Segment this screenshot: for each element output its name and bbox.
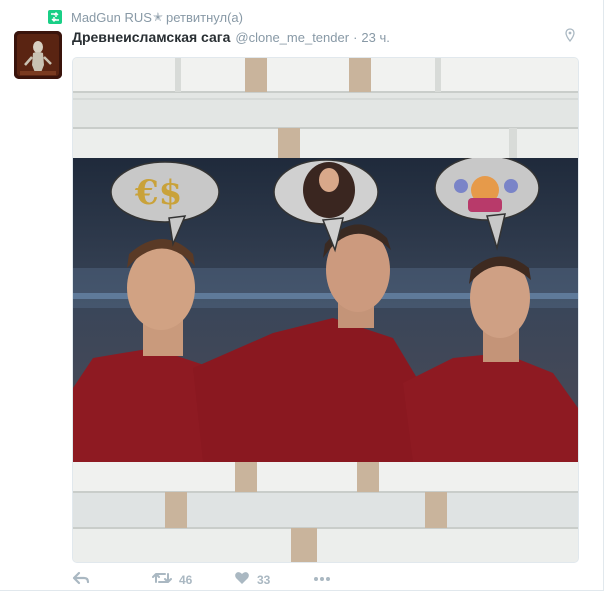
like-count: 33	[257, 572, 271, 587]
like-button[interactable]: 33	[234, 571, 270, 588]
avatar[interactable]	[14, 31, 62, 79]
more-dots-icon	[313, 571, 331, 585]
more-button[interactable]	[313, 571, 331, 585]
retweet-context-icon	[48, 10, 62, 24]
retweeter-name[interactable]: MadGun RUS	[71, 10, 152, 25]
stadium-photo: €$	[73, 158, 578, 462]
tweet-media-image[interactable]: €$	[72, 57, 579, 563]
separator-dot: ·	[353, 30, 358, 45]
retweet-count: 46	[179, 572, 193, 587]
author-fullname[interactable]: Древнеисламская сага	[72, 29, 230, 45]
tweet-header: Древнеисламская сага @clone_me_tender · …	[72, 29, 390, 47]
heart-icon	[234, 571, 250, 588]
wood-frame-top	[73, 58, 578, 158]
verified-star-icon: ✭	[152, 10, 163, 24]
wood-frame-bottom	[73, 462, 578, 562]
retweet-button[interactable]: 46	[152, 571, 192, 588]
tweet-timestamp[interactable]: 23 ч.	[361, 30, 389, 45]
retweet-context: MadGun RUS ✭ ретвитнул(а)	[48, 9, 243, 25]
retweet-label: ретвитнул(а)	[165, 9, 243, 25]
retweet-icon	[152, 571, 172, 588]
location-pin-icon[interactable]	[565, 28, 575, 47]
svg-text:€$: €$	[134, 173, 182, 213]
author-username[interactable]: @clone_me_tender	[235, 30, 349, 45]
reply-icon	[72, 571, 90, 588]
reply-button[interactable]	[72, 571, 90, 588]
